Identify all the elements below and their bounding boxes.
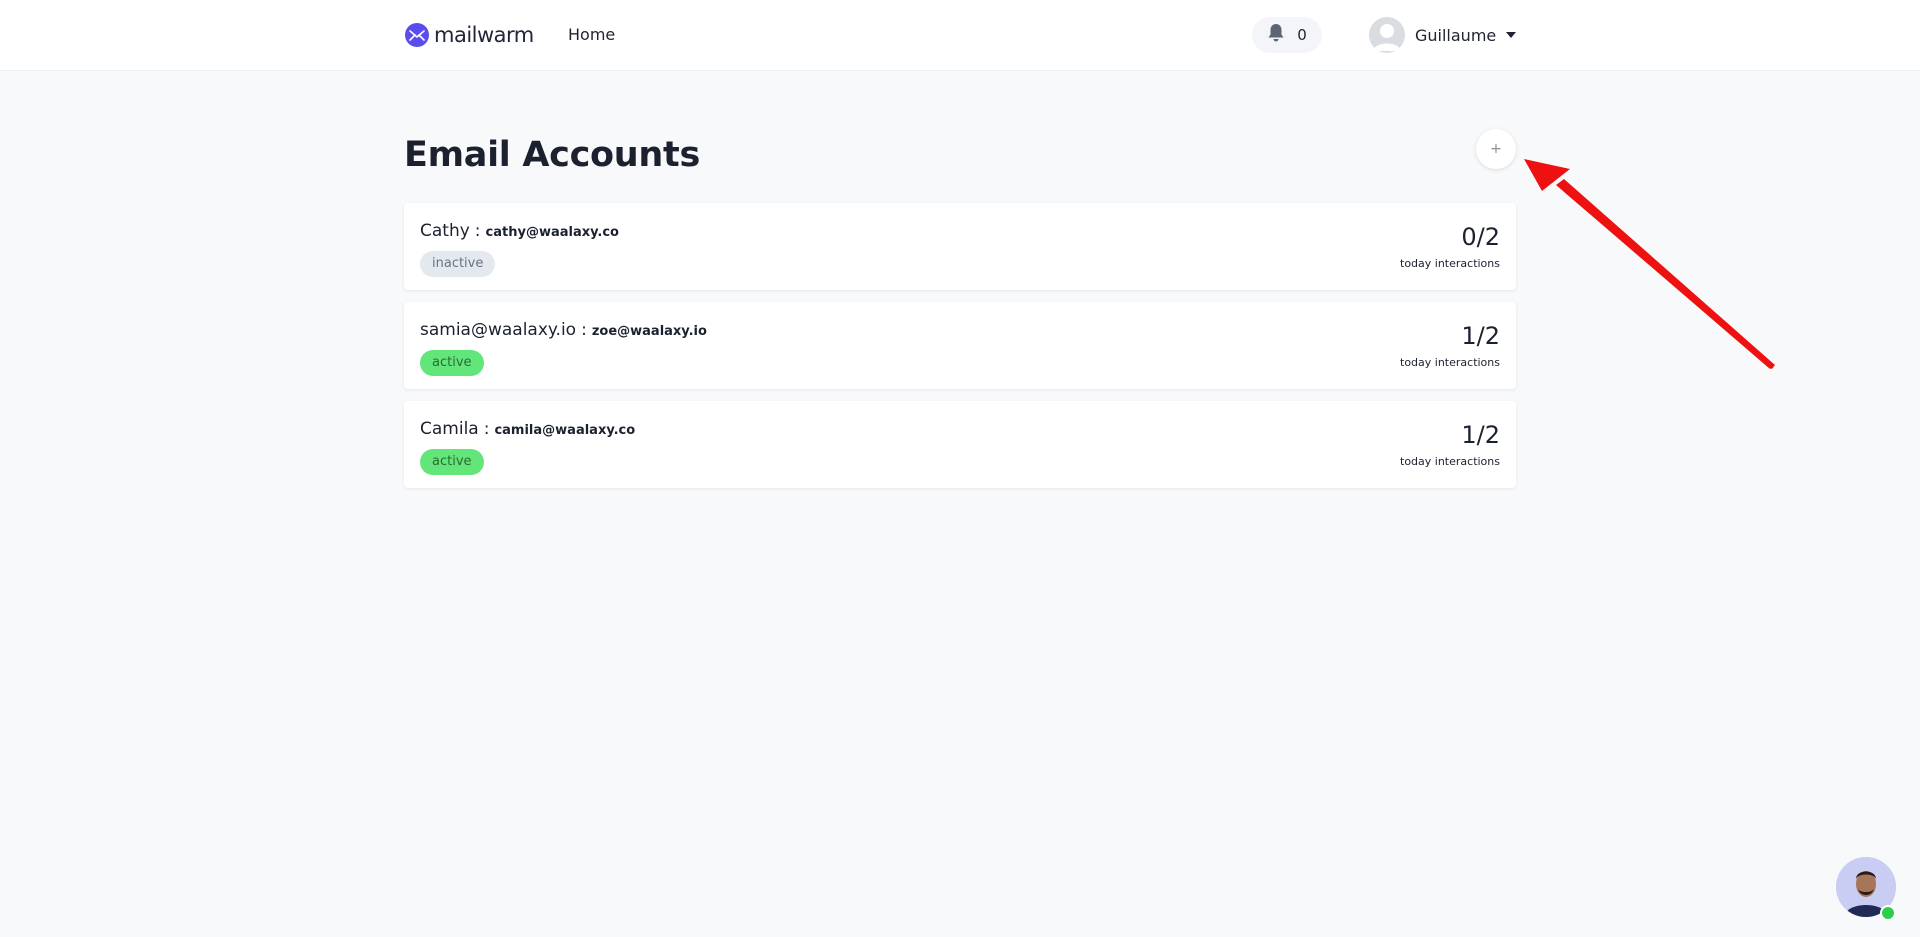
email-accounts-list: Cathy : cathy@waalaxy.co inactive 0/2 to… xyxy=(404,203,1516,500)
red-arrow-icon xyxy=(1524,159,1775,369)
online-status-dot xyxy=(1880,905,1896,921)
account-card[interactable]: Cathy : cathy@waalaxy.co inactive 0/2 to… xyxy=(404,203,1516,290)
interactions-count: 1/2 xyxy=(1461,322,1500,350)
account-email: cathy@waalaxy.co xyxy=(485,225,619,240)
account-name: Camila xyxy=(420,419,479,439)
account-separator: : xyxy=(474,221,481,241)
bell-icon xyxy=(1267,23,1285,47)
account-title: samia@waalaxy.io : zoe@waalaxy.io xyxy=(420,320,707,340)
account-name: samia@waalaxy.io xyxy=(420,320,577,340)
status-badge: inactive xyxy=(420,251,496,277)
user-menu[interactable]: Guillaume xyxy=(1369,16,1517,54)
nav-home-link[interactable]: Home xyxy=(568,25,615,44)
interactions-label: today interactions xyxy=(1400,257,1500,270)
interactions-count: 0/2 xyxy=(1461,223,1500,251)
interactions-label: today interactions xyxy=(1400,356,1500,369)
account-card[interactable]: Camila : camila@waalaxy.co active 1/2 to… xyxy=(404,401,1516,488)
account-card[interactable]: samia@waalaxy.io : zoe@waalaxy.io active… xyxy=(404,302,1516,389)
user-avatar-icon xyxy=(1369,17,1405,53)
interactions-label: today interactions xyxy=(1400,455,1500,468)
caret-down-icon xyxy=(1506,32,1517,38)
top-navbar: mailwarm Home 0 Guillaume xyxy=(0,0,1920,71)
account-title: Camila : camila@waalaxy.co xyxy=(420,419,635,439)
account-email: zoe@waalaxy.io xyxy=(591,324,707,339)
status-badge: active xyxy=(420,449,484,475)
account-title: Cathy : cathy@waalaxy.co xyxy=(420,221,619,241)
interactions-count: 1/2 xyxy=(1461,421,1500,449)
notifications-count: 0 xyxy=(1297,26,1307,44)
brand-logo[interactable]: mailwarm xyxy=(405,22,534,48)
account-email: camila@waalaxy.co xyxy=(494,423,636,438)
account-separator: : xyxy=(581,320,587,340)
envelope-chart-icon xyxy=(405,23,429,47)
user-name: Guillaume xyxy=(1415,25,1497,45)
page-title: Email Accounts xyxy=(404,135,701,175)
account-separator: : xyxy=(483,419,490,439)
account-name: Cathy xyxy=(420,221,470,241)
brand-name: mailwarm xyxy=(434,23,534,47)
add-email-account-button[interactable]: + xyxy=(1476,129,1516,169)
status-badge: active xyxy=(420,350,484,376)
notifications-button[interactable]: 0 xyxy=(1252,17,1322,53)
